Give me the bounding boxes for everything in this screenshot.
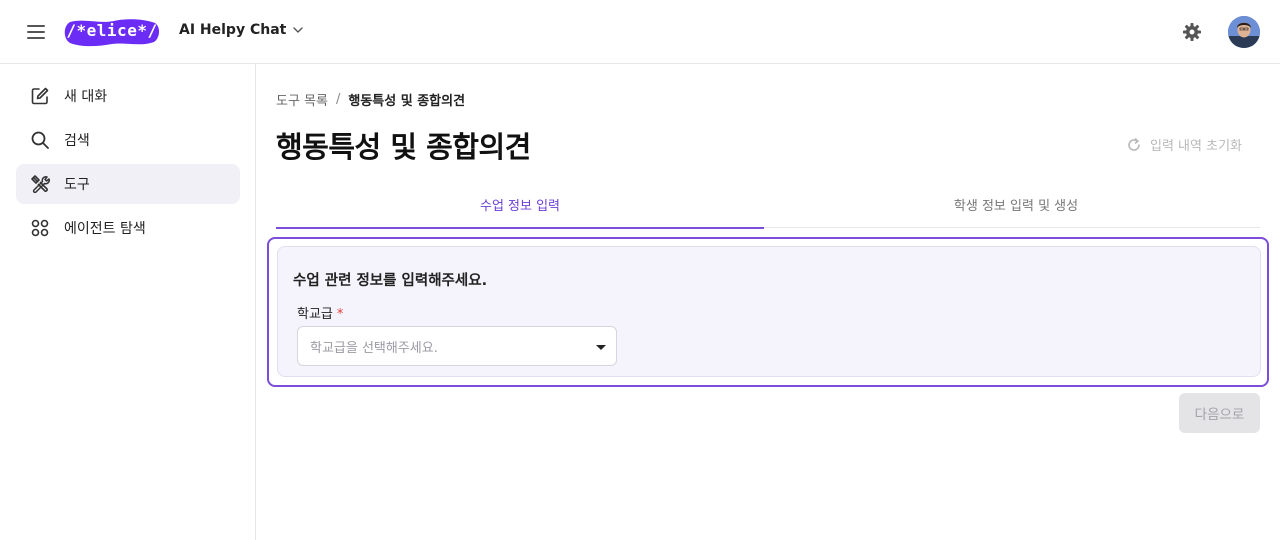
edit-icon <box>30 86 50 106</box>
breadcrumb: 도구 목록 / 행동특성 및 종합의견 <box>276 90 465 109</box>
menu-icon[interactable] <box>24 20 48 44</box>
tab-class-info[interactable]: 수업 정보 입력 <box>276 180 764 229</box>
search-icon <box>30 130 50 150</box>
logo-text: /*elice*/ <box>66 21 158 40</box>
reset-input-button[interactable]: 입력 내역 초기화 <box>1126 135 1242 154</box>
next-button[interactable]: 다음으로 <box>1179 393 1260 433</box>
settings-gear-icon[interactable] <box>1182 22 1202 42</box>
breadcrumb-separator: / <box>335 92 341 107</box>
app-title: AI Helpy Chat <box>179 22 287 38</box>
breadcrumb-current: 행동특성 및 종합의견 <box>348 94 466 109</box>
sidebar-item-tools[interactable]: 도구 <box>16 164 240 204</box>
tab-student-info[interactable]: 학생 정보 입력 및 생성 <box>772 180 1260 228</box>
user-avatar[interactable] <box>1228 16 1260 48</box>
school-level-select[interactable]: 학교급을 선택해주세요. <box>297 326 617 366</box>
grid-dots-icon <box>30 218 50 238</box>
form-heading: 수업 관련 정보를 입력해주세요. <box>293 273 488 289</box>
sidebar: 새 대화 검색 도구 에이전트 탐색 <box>0 64 256 540</box>
page-title: 행동특성 및 종합의견 <box>276 130 531 164</box>
chevron-down-icon <box>293 27 304 33</box>
tools-icon <box>30 174 50 194</box>
school-level-placeholder: 학교급을 선택해주세요. <box>310 340 438 356</box>
top-header: /*elice*/ AI Helpy Chat <box>0 0 1280 64</box>
school-level-label-text: 학교급 <box>297 307 333 322</box>
required-mark: * <box>336 307 344 322</box>
sidebar-item-search[interactable]: 검색 <box>16 120 240 160</box>
sidebar-item-agents[interactable]: 에이전트 탐색 <box>16 208 240 248</box>
sidebar-item-new-chat[interactable]: 새 대화 <box>16 76 240 116</box>
caret-down-icon <box>596 345 606 350</box>
tab-bar: 수업 정보 입력 학생 정보 입력 및 생성 <box>276 180 1260 229</box>
breadcrumb-tool-list-link[interactable]: 도구 목록 <box>276 90 328 109</box>
class-info-form: 수업 관련 정보를 입력해주세요. 학교급 * 학교급을 선택해주세요. <box>277 246 1261 377</box>
elice-logo[interactable]: /*elice*/ <box>64 18 160 47</box>
sidebar-item-label: 에이전트 탐색 <box>64 221 146 237</box>
sidebar-item-label: 새 대화 <box>64 89 108 105</box>
reset-input-label: 입력 내역 초기화 <box>1150 139 1242 154</box>
form-highlight-frame: 수업 관련 정보를 입력해주세요. 학교급 * 학교급을 선택해주세요. <box>267 237 1269 387</box>
sidebar-item-label: 검색 <box>64 133 90 149</box>
school-level-label: 학교급 * <box>297 303 343 322</box>
app-switcher[interactable]: AI Helpy Chat <box>179 22 304 38</box>
sidebar-item-label: 도구 <box>64 177 90 193</box>
refresh-icon <box>1128 137 1140 151</box>
